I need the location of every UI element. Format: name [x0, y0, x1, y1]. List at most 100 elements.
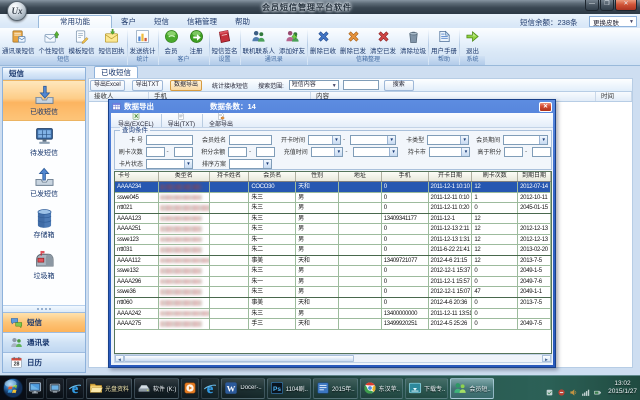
taskbar-button[interactable]: 下载专..	[405, 378, 448, 399]
sidebar-folder[interactable]: 已收短信	[3, 80, 85, 121]
taskbar-button[interactable]: 软件 (K:)	[134, 378, 179, 399]
ribbon-button[interactable]: 退出	[460, 29, 485, 55]
search-input[interactable]	[343, 80, 379, 90]
grid-row[interactable]: AAAA296朱一男02011-12-1 15:5702049-7-6	[115, 277, 551, 288]
sidebar-splitter[interactable]	[3, 305, 85, 312]
grid-row[interactable]: sswe36朱三男02012-12-1 15:07472049-1-1	[115, 287, 551, 298]
query-dropdown[interactable]: ▼	[146, 159, 193, 169]
inbox-column-header[interactable]: 时间	[596, 92, 632, 101]
minimize-button[interactable]: —	[585, 0, 599, 11]
ribbon-tab[interactable]: 常用功能	[38, 15, 112, 28]
sidebar-folder[interactable]: 垃圾箱	[3, 244, 85, 285]
query-dropdown[interactable]: ▼	[311, 147, 344, 157]
ribbon-button[interactable]: 用户手册	[429, 29, 459, 55]
query-dropdown[interactable]: ▼	[350, 135, 396, 145]
query-dropdown[interactable]: ▼	[429, 147, 471, 157]
ribbon-button[interactable]: 发送统计	[128, 29, 158, 55]
title-bar[interactable]: 会员短信管理平台软件	[0, 0, 640, 14]
sidebar-folder[interactable]: 已发短信	[3, 162, 85, 203]
taskbar-button[interactable]: 2015年..	[313, 378, 358, 399]
ribbon-tab[interactable]: 帮助	[226, 16, 259, 28]
taskbar-button[interactable]: e	[66, 378, 84, 399]
grid-row[interactable]: sswe132朱三男02012-12-1 15:3702049-1-5	[115, 266, 551, 277]
app-logo-icon[interactable]: Ux	[7, 1, 27, 21]
ribbon-tab[interactable]: 信箱管理	[178, 16, 226, 28]
grid-row[interactable]: AAAA234COCO30天和02011-12-1 10:10122012-07…	[115, 182, 551, 193]
taskbar-button[interactable]: 会员短..	[450, 378, 493, 399]
ribbon-button[interactable]: 会员	[159, 29, 184, 55]
query-input[interactable]	[174, 147, 193, 157]
sidebar-folder[interactable]: 待发短信	[3, 121, 85, 162]
ribbon-button[interactable]: 注册	[184, 29, 209, 55]
toolbar-button[interactable]: 数据导出	[170, 80, 202, 91]
grid-column-header[interactable]: 到期日期	[518, 172, 551, 181]
dialog-hscrollbar[interactable]: ◄ ►	[114, 354, 552, 363]
query-input[interactable]	[146, 147, 165, 157]
ribbon-tab[interactable]: 短信	[145, 16, 178, 28]
grid-row[interactable]: rrtt031朱二男02011-6-22 21:41122013-02-20	[115, 245, 551, 256]
query-dropdown[interactable]: ▼	[503, 135, 548, 145]
taskbar-button[interactable]: 东汉苹..	[360, 378, 403, 399]
query-input[interactable]	[504, 147, 523, 157]
sidebar-section[interactable]: 短信	[3, 312, 85, 332]
query-dropdown[interactable]: ▼	[308, 135, 341, 145]
close-button[interactable]: ✕	[615, 0, 637, 11]
query-input[interactable]	[146, 135, 193, 145]
hscroll-thumb[interactable]	[124, 355, 354, 362]
taskbar-button[interactable]	[26, 378, 44, 399]
sidebar-section[interactable]: 通讯录	[3, 332, 85, 352]
content-tab-inbox[interactable]: 已收短信	[94, 66, 138, 78]
ribbon-button[interactable]: 通讯录短信	[0, 29, 37, 55]
sidebar-section[interactable]: 28日历	[3, 352, 85, 372]
grid-column-header[interactable]: 类型名	[159, 172, 210, 181]
scroll-left-arrow-icon[interactable]: ◄	[115, 355, 124, 362]
ribbon-button[interactable]: 个性短信	[37, 29, 67, 55]
dialog-toolbar-button[interactable]: 导出(EXCEL)	[114, 113, 158, 128]
ribbon-button[interactable]: 模板短信	[67, 29, 97, 55]
query-dropdown[interactable]: ▼	[353, 147, 399, 157]
grid-column-header[interactable]: 卡号	[115, 172, 159, 181]
ribbon-tab[interactable]: 客户	[112, 16, 145, 28]
sidebar-folder[interactable]: 存储箱	[3, 203, 85, 244]
query-input[interactable]	[229, 135, 272, 145]
grid-row[interactable]: AAAA251朱三男02011-12-13 2:11122012-12-13	[115, 224, 551, 235]
dialog-title-bar[interactable]: 数据导出 数据条数：14	[109, 100, 555, 113]
maximize-button[interactable]: ❐	[600, 0, 614, 11]
grid-row[interactable]: sswe045朱三男02011-12-11 0:1012012-10-11	[115, 193, 551, 204]
grid-row[interactable]: AAAA112事美天和134097210772012-4-6 21:151220…	[115, 256, 551, 267]
taskbar-button[interactable]: 光盘资料	[86, 378, 132, 399]
grid-column-header[interactable]: 手机	[382, 172, 429, 181]
taskbar-button[interactable]	[181, 378, 199, 399]
grid-row[interactable]: sswe123朱一男02011-12-13 1:31122012-12-13	[115, 235, 551, 246]
taskbar-button[interactable]: WDocer-..	[221, 378, 264, 399]
ribbon-button[interactable]: 添加好友	[277, 29, 307, 55]
ribbon-button[interactable]: 删除已发	[338, 29, 368, 55]
taskbar-clock[interactable]: 13:02 2015/1/27	[608, 380, 640, 396]
dialog-toolbar-button[interactable]: 导出(TXT)	[164, 113, 199, 128]
grid-column-header[interactable]: 地址	[339, 172, 382, 181]
toolbar-button[interactable]: 导出TXT	[132, 80, 163, 91]
toolbar-button[interactable]: 导出Excel	[90, 80, 125, 91]
ribbon-button[interactable]: 联机联系人	[241, 29, 278, 55]
dialog-toolbar-button[interactable]: 全部导出	[205, 113, 237, 128]
grid-column-header[interactable]: 持卡姓名	[210, 172, 250, 181]
dialog-close-button[interactable]: ✕	[539, 102, 552, 112]
taskbar-button[interactable]: e	[201, 378, 219, 399]
ribbon-button[interactable]: 短信回执	[97, 29, 127, 55]
query-input[interactable]	[228, 147, 247, 157]
grid-column-header[interactable]: 开卡日期	[429, 172, 473, 181]
query-dropdown[interactable]: ▼	[229, 159, 272, 169]
grid-column-header[interactable]: 性别	[296, 172, 339, 181]
ribbon-button[interactable]: 清空已发	[368, 29, 398, 55]
taskbar-button[interactable]: Ps1104剧..	[267, 378, 311, 399]
search-button[interactable]: 搜索	[384, 80, 414, 91]
grid-row[interactable]: AAAA242朱三男134000000002011-12-11 13:510	[115, 309, 551, 320]
ribbon-button[interactable]: 删除已收	[308, 29, 338, 55]
search-scope-select[interactable]: 短信内容 ▼	[289, 80, 339, 90]
grid-row[interactable]: rrtt060事美天和02012-4-6 20:3602013-7-5	[115, 298, 551, 309]
ribbon-button[interactable]: 短信签名	[210, 29, 240, 55]
query-input[interactable]	[256, 147, 275, 157]
query-dropdown[interactable]: ▼	[427, 135, 469, 145]
start-button[interactable]	[2, 377, 24, 399]
grid-row[interactable]: rrtt021朱三男02011-12-11 0:2002045-01-15	[115, 203, 551, 214]
